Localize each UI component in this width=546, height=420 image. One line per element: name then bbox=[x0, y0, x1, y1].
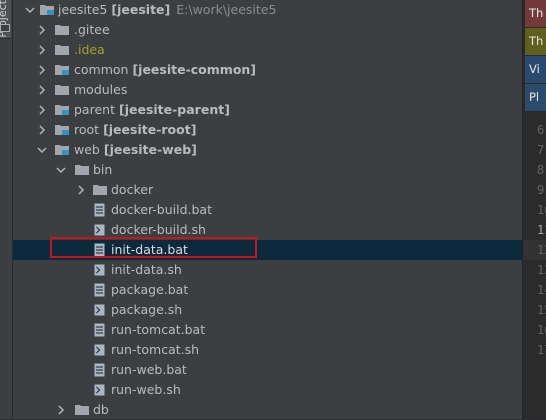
tree-item-label: init-data.sh bbox=[111, 262, 182, 277]
editor-gutter: ThThViPl 67891011121314151617 bbox=[522, 0, 546, 419]
editor-tab[interactable]: Pl bbox=[525, 84, 546, 111]
line-number: 14 bbox=[537, 283, 546, 297]
highlight-annotation-box bbox=[50, 237, 257, 258]
tree-item-label: root [jeesite-root] bbox=[74, 122, 197, 137]
chevron-right-icon[interactable] bbox=[36, 44, 48, 56]
tree-row[interactable]: .gitee bbox=[13, 20, 522, 40]
tree-row[interactable]: .idea bbox=[13, 40, 522, 60]
tree-item-label: package.sh bbox=[111, 302, 183, 317]
tree-row[interactable]: package.bat bbox=[13, 280, 522, 300]
tree-row[interactable]: run-web.bat bbox=[13, 360, 522, 380]
chevron-right-icon[interactable] bbox=[36, 84, 48, 96]
folder-icon bbox=[75, 165, 89, 175]
tree-item-label: db bbox=[93, 402, 109, 417]
tree-item-label: jeesite5 [jeesite] E:\work\jeesite5 bbox=[58, 2, 277, 17]
tree-item-label: docker bbox=[111, 182, 154, 197]
bat-file-icon bbox=[94, 283, 105, 297]
chevron-right-icon[interactable] bbox=[55, 404, 67, 416]
tree-row[interactable]: web [jeesite-web] bbox=[13, 140, 522, 160]
editor-tab[interactable]: Th bbox=[525, 0, 546, 27]
shell-file-icon bbox=[94, 224, 105, 236]
folder-icon bbox=[55, 85, 69, 95]
bat-file-icon bbox=[94, 363, 105, 377]
line-number: 8 bbox=[537, 163, 545, 177]
ide-window: Project jeesite5 [jeesite] E:\work\jeesite… bbox=[0, 0, 546, 419]
module-folder-icon bbox=[40, 5, 54, 15]
chevron-down-icon[interactable] bbox=[24, 4, 36, 16]
chevron-right-icon[interactable] bbox=[36, 104, 48, 116]
module-folder-icon bbox=[55, 145, 69, 155]
chevron-down-icon[interactable] bbox=[36, 144, 48, 156]
folder-icon bbox=[75, 405, 89, 415]
tree-item-label: web [jeesite-web] bbox=[74, 142, 197, 157]
tree-item-label: run-web.sh bbox=[111, 382, 181, 397]
tree-row-root[interactable]: jeesite5 [jeesite] E:\work\jeesite5 bbox=[13, 0, 522, 20]
chevron-right-icon[interactable] bbox=[36, 124, 48, 136]
shell-file-icon bbox=[94, 384, 105, 396]
project-tool-tab[interactable]: Project bbox=[0, 0, 11, 39]
tree-item-label: parent [jeesite-parent] bbox=[74, 102, 230, 117]
tree-row[interactable]: package.sh bbox=[13, 300, 522, 320]
line-number: 11 bbox=[537, 223, 546, 237]
module-folder-icon bbox=[55, 105, 69, 115]
line-number: 13 bbox=[537, 263, 546, 277]
tree-row[interactable]: docker bbox=[13, 180, 522, 200]
folder-icon bbox=[55, 45, 69, 55]
bat-file-icon bbox=[94, 203, 105, 217]
tree-row[interactable]: init-data.sh bbox=[13, 260, 522, 280]
line-number: 16 bbox=[537, 323, 546, 337]
line-number: 10 bbox=[537, 203, 546, 217]
editor-tab[interactable]: Vi bbox=[525, 56, 546, 83]
line-number: 9 bbox=[537, 183, 545, 197]
tree-row[interactable]: run-tomcat.bat bbox=[13, 320, 522, 340]
tree-item-label: run-tomcat.bat bbox=[111, 322, 206, 337]
tree-item-label: .gitee bbox=[74, 22, 110, 37]
shell-file-icon bbox=[94, 304, 105, 316]
tree-row[interactable]: db bbox=[13, 400, 522, 420]
chevron-right-icon[interactable] bbox=[36, 64, 48, 76]
folder-icon bbox=[55, 25, 69, 35]
line-number: 12 bbox=[537, 243, 546, 257]
tree-item-label: docker-build.sh bbox=[111, 222, 206, 237]
line-number: 17 bbox=[537, 343, 546, 357]
line-number: 7 bbox=[537, 143, 545, 157]
editor-tab[interactable]: Th bbox=[525, 28, 546, 55]
tree-item-label: run-tomcat.sh bbox=[111, 342, 200, 357]
module-folder-icon bbox=[55, 65, 69, 75]
tree-row[interactable]: bin bbox=[13, 160, 522, 180]
tree-row[interactable]: modules bbox=[13, 80, 522, 100]
project-tree[interactable]: jeesite5 [jeesite] E:\work\jeesite5 .gitee… bbox=[13, 0, 522, 419]
shell-file-icon bbox=[94, 344, 105, 356]
tree-row[interactable]: root [jeesite-root] bbox=[13, 120, 522, 140]
chevron-right-icon[interactable] bbox=[36, 24, 48, 36]
tree-item-label: modules bbox=[74, 82, 128, 97]
tree-item-label: .idea bbox=[74, 42, 105, 57]
tree-item-label: docker-build.bat bbox=[111, 202, 212, 217]
tree-row[interactable]: parent [jeesite-parent] bbox=[13, 100, 522, 120]
folder-icon bbox=[93, 185, 107, 195]
tool-window-strip: Project bbox=[0, 0, 13, 419]
bat-file-icon bbox=[94, 323, 105, 337]
chevron-down-icon[interactable] bbox=[55, 164, 67, 176]
module-folder-icon bbox=[55, 125, 69, 135]
tree-item-label: bin bbox=[93, 162, 113, 177]
tree-row[interactable]: docker-build.bat bbox=[13, 200, 522, 220]
chevron-right-icon[interactable] bbox=[75, 184, 87, 196]
tree-row[interactable]: run-tomcat.sh bbox=[13, 340, 522, 360]
tree-item-label: package.bat bbox=[111, 282, 189, 297]
line-number: 6 bbox=[537, 123, 545, 137]
tree-row[interactable]: run-web.sh bbox=[13, 380, 522, 400]
tree-item-label: common [jeesite-common] bbox=[74, 62, 257, 77]
structure-icon[interactable] bbox=[0, 24, 10, 32]
shell-file-icon bbox=[94, 264, 105, 276]
line-number: 15 bbox=[537, 303, 546, 317]
tree-row[interactable]: common [jeesite-common] bbox=[13, 60, 522, 80]
tree-item-label: run-web.bat bbox=[111, 362, 187, 377]
